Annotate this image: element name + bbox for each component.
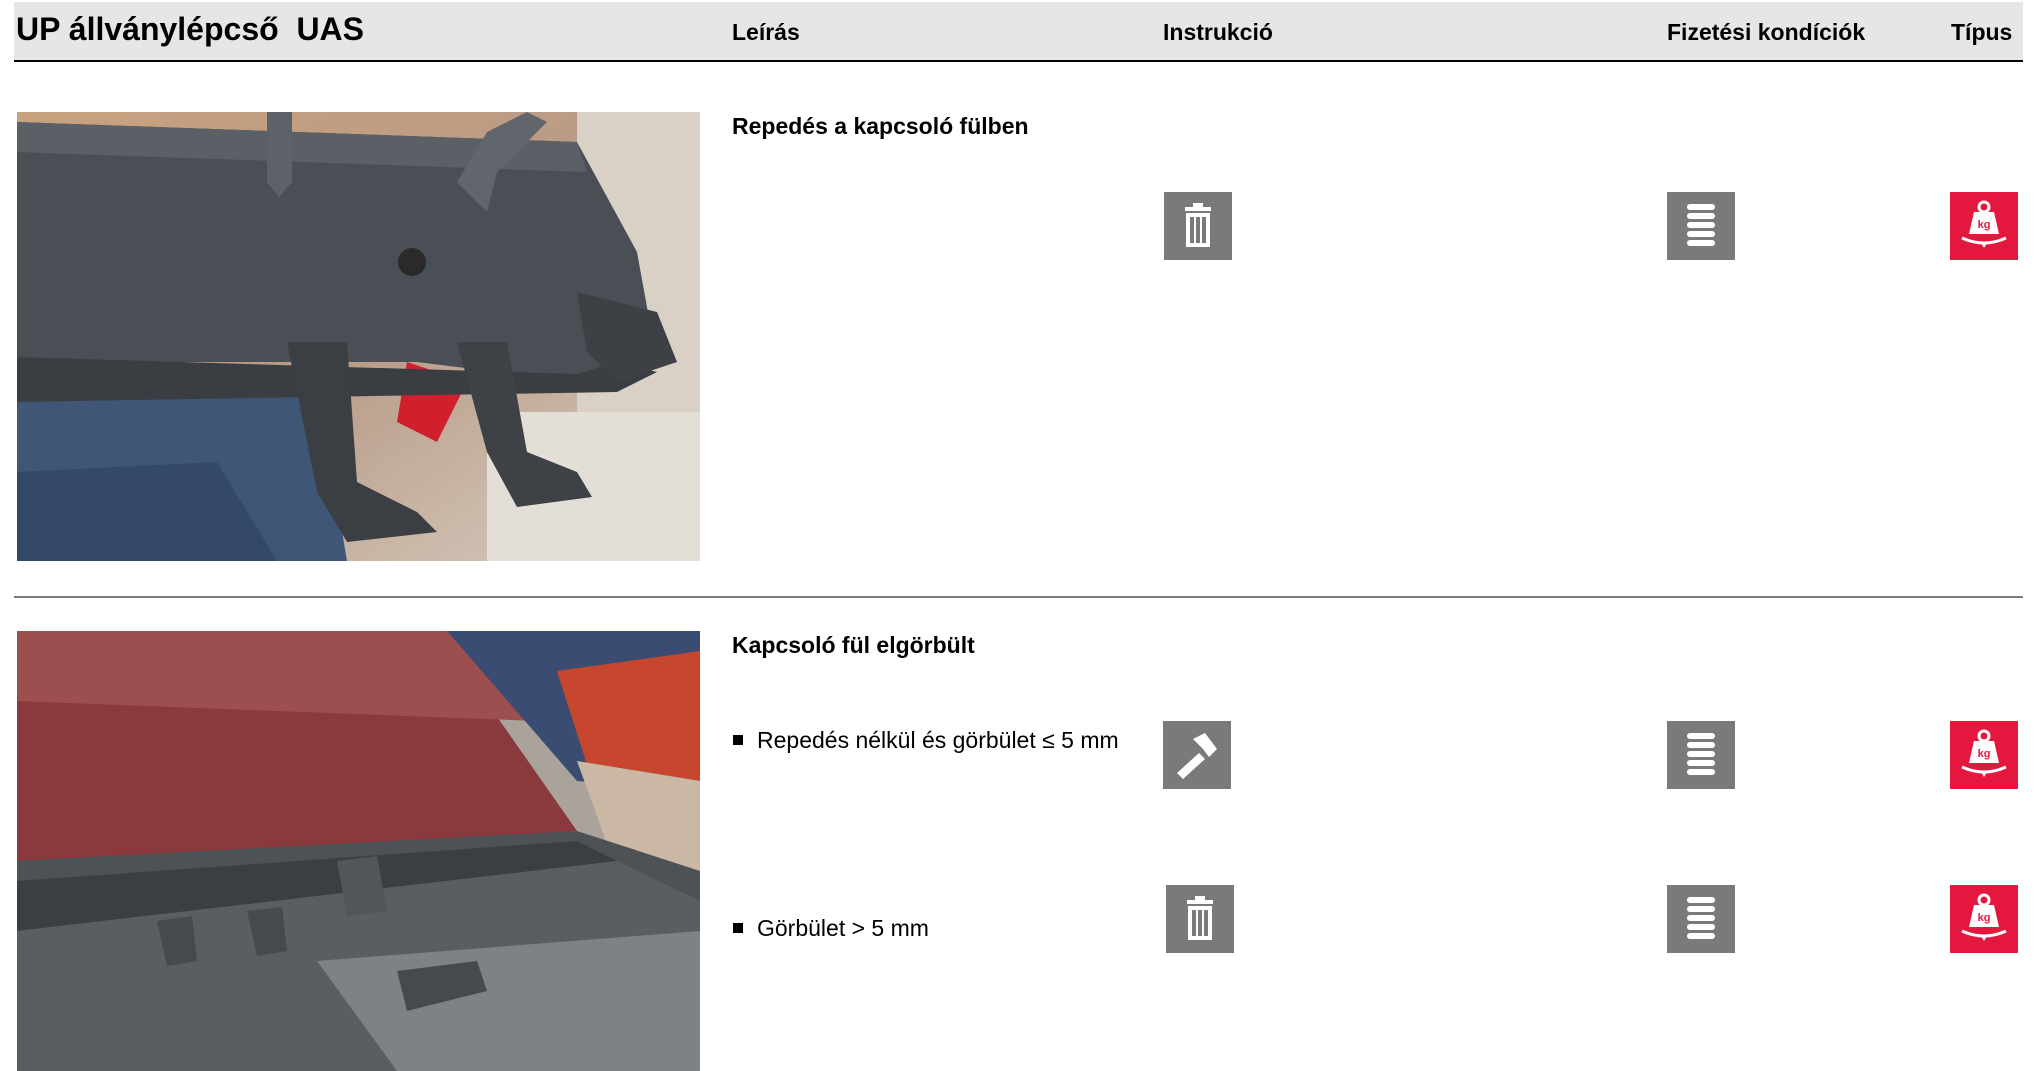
column-header-payment: Fizetési kondíciók [1667,19,1866,45]
condition-text: Repedés nélkül és görbület ≤ 5 mm [757,727,1119,753]
weight-label: kg [1978,912,1991,924]
weight-kg-icon: kg [1950,192,2018,260]
coin-stack-icon [1667,192,1735,260]
bullet-icon [733,923,743,933]
damaged-coupling-lugs-photo [17,112,700,561]
page-title: UP állványlépcső UAS [16,11,364,47]
table-header: UP állványlépcső UAS Leírás Instrukció F… [14,2,2023,62]
weight-label: kg [1978,748,1991,760]
bent-coupling-lug-photo [17,631,700,1071]
column-header-instruction: Instrukció [1163,19,1273,45]
trash-icon [1166,885,1234,953]
bullet-icon [733,735,743,745]
column-header-description: Leírás [732,19,800,45]
condition-item: Görbület > 5 mm [733,915,929,942]
section-heading: Repedés a kapcsoló fülben [732,113,1029,139]
column-header-type: Típus [1951,19,2013,45]
trash-icon [1164,192,1232,260]
weight-kg-icon: kg [1950,721,2018,789]
section-heading: Kapcsoló fül elgörbült [732,632,975,658]
condition-item: Repedés nélkül és görbület ≤ 5 mm [733,727,1119,754]
weight-label: kg [1978,219,1991,231]
condition-text: Görbület > 5 mm [757,915,929,941]
weight-kg-icon: kg [1950,885,2018,953]
section-divider [14,596,2023,598]
hammer-icon [1163,721,1231,789]
coin-stack-icon [1667,885,1735,953]
coin-stack-icon [1667,721,1735,789]
